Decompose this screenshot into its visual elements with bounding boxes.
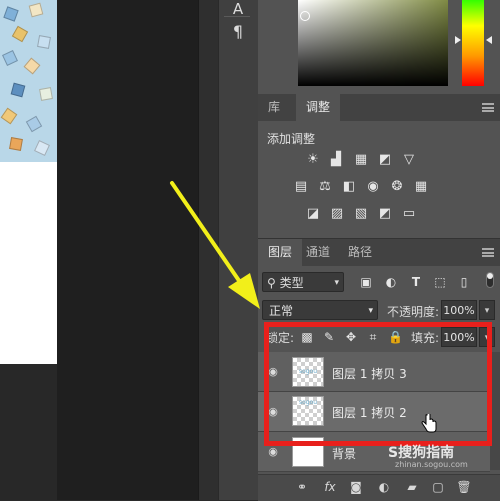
adjustments-menu-icon[interactable] xyxy=(482,103,494,112)
vibrance-icon[interactable]: ▽ xyxy=(401,153,417,167)
color-picker-cursor[interactable] xyxy=(300,11,310,21)
black-white-icon[interactable]: ◧ xyxy=(341,180,357,194)
curves-icon[interactable]: ▦ xyxy=(353,153,369,167)
hue-slider[interactable] xyxy=(462,0,484,86)
opacity-input[interactable]: 100% xyxy=(441,300,477,320)
annotation-red-highlight xyxy=(264,322,492,446)
blend-mode-value: 正常 xyxy=(269,304,294,318)
brightness-contrast-icon[interactable]: ☀ xyxy=(305,153,321,167)
watermark-url: zhinan.sogou.com xyxy=(395,460,468,469)
opacity-label: 不透明度: xyxy=(387,305,440,319)
hue-slider-left-arrow[interactable] xyxy=(455,36,461,44)
pixel-filter-icon[interactable]: ▣ xyxy=(358,274,374,290)
tab-paths[interactable]: 路径 xyxy=(338,239,382,266)
hue-saturation-icon[interactable]: ▤ xyxy=(293,180,309,194)
color-lookup-icon[interactable]: ▦ xyxy=(413,180,429,194)
chevron-down-icon: ▾ xyxy=(368,306,373,316)
hand-cursor-icon xyxy=(421,414,437,433)
adjustment-filter-icon[interactable]: ◐ xyxy=(383,274,399,290)
threshold-icon[interactable]: ▧ xyxy=(353,207,369,221)
tab-adjustments[interactable]: 调整 xyxy=(296,94,341,121)
add-mask-icon[interactable]: ◙ xyxy=(348,479,364,495)
layer-filter-select[interactable]: ⚲ 类型 ▾ xyxy=(262,272,344,292)
layers-panel-footer: ⚭ fx ◙ ◐ ▰ ▢ 🗑 xyxy=(258,474,500,501)
levels-icon[interactable]: ▟ xyxy=(328,153,344,167)
link-layers-icon[interactable]: ⚭ xyxy=(294,479,310,495)
photo-filter-icon[interactable]: ◉ xyxy=(365,180,381,194)
tab-channels[interactable]: 通道 xyxy=(296,239,340,266)
new-adjustment-layer-icon[interactable]: ◐ xyxy=(376,479,392,495)
visibility-eye-icon[interactable]: ◉ xyxy=(266,446,280,457)
posterize-icon[interactable]: ▨ xyxy=(329,207,345,221)
delete-layer-icon[interactable]: 🗑 xyxy=(456,479,472,495)
channel-mixer-icon[interactable]: ❂ xyxy=(389,180,405,194)
new-group-icon[interactable]: ▰ xyxy=(404,479,420,495)
watermark-brand: S搜狗指南 xyxy=(388,445,455,461)
filter-kind-value: 类型 xyxy=(279,276,304,290)
layer-name[interactable]: 背景 xyxy=(332,445,356,462)
annotation-yellow-arrow xyxy=(170,181,260,309)
opacity-dropdown-button[interactable]: ▾ xyxy=(479,300,495,320)
adjustments-panel-header: 库 调整 xyxy=(258,94,500,121)
character-panel-icon[interactable]: A xyxy=(228,0,248,18)
toolbar-separator xyxy=(224,16,250,17)
new-layer-icon[interactable]: ▢ xyxy=(430,479,446,495)
exposure-icon[interactable]: ◩ xyxy=(377,153,393,167)
hue-slider-right-arrow[interactable] xyxy=(486,36,492,44)
filter-toggle-switch[interactable] xyxy=(486,272,494,288)
layer-style-icon[interactable]: fx xyxy=(322,479,338,495)
add-adjustment-label: 添加调整 xyxy=(267,132,316,146)
layers-panel-header: 图层 通道 路径 xyxy=(258,238,500,266)
blend-mode-select[interactable]: 正常 ▾ xyxy=(262,300,378,320)
shape-filter-icon[interactable]: ⬚ xyxy=(432,274,448,290)
paragraph-panel-icon[interactable]: ¶ xyxy=(228,22,248,42)
type-filter-icon[interactable]: T xyxy=(408,274,424,290)
color-balance-icon[interactable]: ⚖ xyxy=(317,180,333,194)
smart-object-filter-icon[interactable]: ▯ xyxy=(456,274,472,290)
invert-icon[interactable]: ◪ xyxy=(305,207,321,221)
gradient-map-icon[interactable]: ▭ xyxy=(401,207,417,221)
canvas-image-pattern xyxy=(0,0,57,162)
color-picker-field[interactable] xyxy=(298,0,448,86)
chevron-down-icon: ▾ xyxy=(334,278,339,288)
canvas-white-layer xyxy=(0,162,57,364)
tab-libraries[interactable]: 库 xyxy=(258,94,290,121)
layers-menu-icon[interactable] xyxy=(482,248,494,257)
selective-color-icon[interactable]: ◩ xyxy=(377,207,393,221)
